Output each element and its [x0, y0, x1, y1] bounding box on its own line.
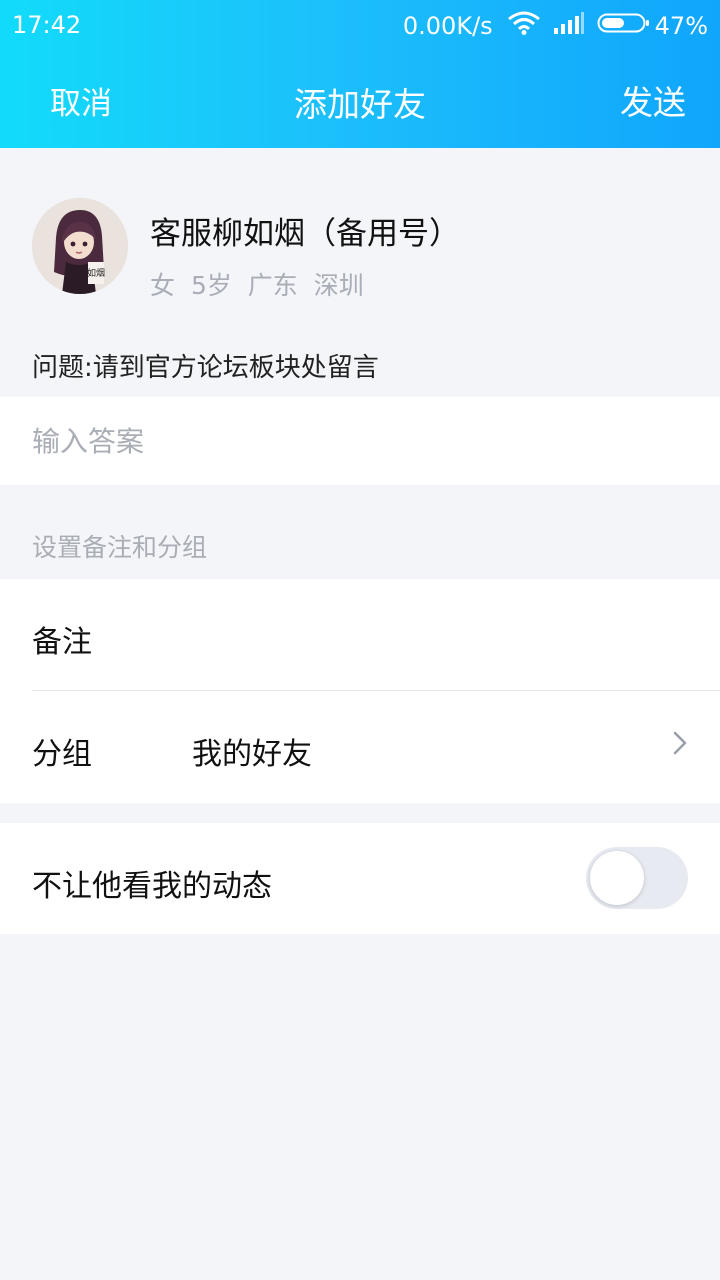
remark-group-card: 备注 分组 我的好友	[0, 579, 720, 803]
group-label: 分组	[32, 737, 92, 772]
send-button[interactable]: 发送	[620, 76, 686, 124]
remark-label: 备注	[32, 625, 92, 660]
privacy-row: 不让他看我的动态	[0, 823, 720, 934]
battery-icon	[597, 12, 651, 40]
header: 17:42 0.00K/s 47% 取消 添加好友 发送	[0, 0, 720, 148]
battery-percent: 47%	[654, 12, 708, 40]
avatar-illustration: 如烟	[32, 198, 128, 294]
privacy-toggle[interactable]	[586, 847, 688, 909]
status-indicators: 0.00K/s 47%	[403, 11, 708, 41]
profile-info: 女 5岁 广东 深圳	[150, 271, 364, 300]
profile-name: 客服柳如烟（备用号）	[150, 216, 460, 252]
group-value: 我的好友	[192, 737, 312, 772]
answer-row	[0, 397, 720, 485]
status-time: 17:42	[12, 11, 82, 39]
remark-row[interactable]: 备注	[0, 579, 720, 690]
section-label: 设置备注和分组	[32, 533, 208, 562]
nav-bar: 取消 添加好友 发送	[0, 50, 720, 148]
profile-card: 如烟 客服柳如烟（备用号） 女 5岁 广东 深圳 问题:请到官方论坛板块处留言	[0, 148, 720, 398]
signal-icon	[553, 12, 585, 40]
answer-input[interactable]	[32, 397, 682, 485]
wifi-icon	[507, 11, 541, 41]
avatar-text: 如烟	[87, 267, 105, 279]
privacy-label: 不让他看我的动态	[32, 869, 272, 904]
toggle-knob	[590, 851, 644, 905]
network-speed: 0.00K/s	[402, 12, 493, 40]
page-title: 添加好友	[294, 85, 426, 124]
chevron-right-icon	[672, 729, 688, 761]
group-row[interactable]: 分组 我的好友	[0, 691, 720, 803]
avatar[interactable]: 如烟	[32, 198, 128, 294]
status-bar: 17:42 0.00K/s 47%	[0, 0, 720, 50]
verification-question: 问题:请到官方论坛板块处留言	[32, 353, 379, 383]
